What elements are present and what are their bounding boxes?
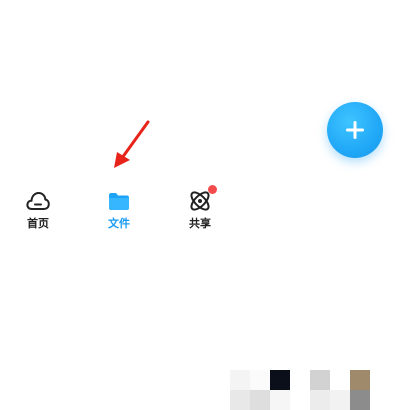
tab-share-label: 共享: [189, 217, 211, 230]
mosaic-cell: [350, 390, 370, 410]
mosaic-cell: [310, 390, 330, 410]
plus-icon: [346, 121, 364, 139]
mosaic-cell: [310, 370, 330, 390]
tab-home-label: 首页: [27, 217, 49, 230]
mosaic-cell: [330, 390, 350, 410]
tab-files[interactable]: 文件: [89, 180, 149, 240]
tab-share[interactable]: 共享: [170, 180, 230, 240]
pixelated-region: [230, 370, 370, 410]
cloud-icon: [26, 192, 50, 210]
mosaic-cell: [270, 390, 290, 410]
bottom-tab-bar: 首页 文件 共享: [0, 180, 400, 410]
tab-files-label: 文件: [108, 217, 130, 230]
folder-icon: [109, 193, 129, 210]
mosaic-cell: [290, 370, 310, 390]
mosaic-cell: [250, 390, 270, 410]
mosaic-cell: [230, 390, 250, 410]
mosaic-cell: [230, 370, 250, 390]
annotation-arrow: [114, 120, 150, 168]
mosaic-cell: [330, 370, 350, 390]
mosaic-cell: [290, 390, 310, 410]
tab-home[interactable]: 首页: [8, 180, 68, 240]
add-button[interactable]: [327, 102, 383, 158]
notification-badge: [208, 185, 217, 194]
mosaic-cell: [350, 370, 370, 390]
mosaic-cell: [270, 370, 290, 390]
mosaic-cell: [250, 370, 270, 390]
app-screen: 首页 文件 共享: [0, 0, 400, 410]
